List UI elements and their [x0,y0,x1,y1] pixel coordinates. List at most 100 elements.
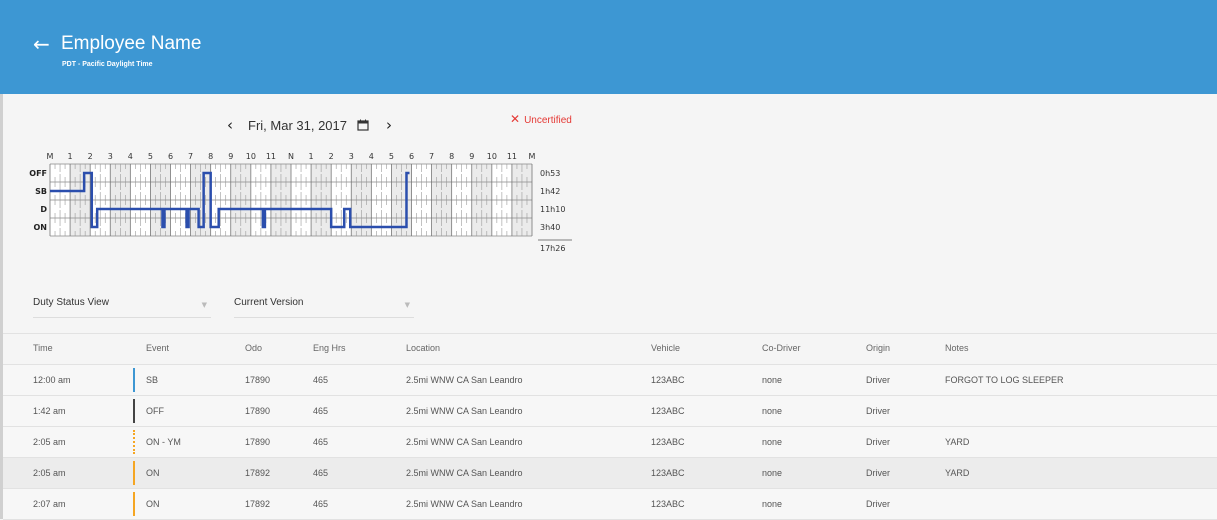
row-origin: Driver [866,437,890,447]
dropdown-caret-icon: ▼ [201,301,207,309]
row-odo: 17890 [245,375,271,385]
status-label: D [40,205,47,214]
hour-label: 8 [208,152,213,161]
row-vehicle: 123ABC [651,437,685,447]
table-row[interactable]: 2:05 am ON 17892 465 2.5mi WNW CA San Leandr… [3,458,1217,489]
status-label: ON [34,223,48,232]
row-odo: 17892 [245,468,271,478]
row-origin: Driver [866,468,890,478]
dropdown-caret-icon: ▼ [404,301,410,309]
row-origin: Driver [866,406,890,416]
status-totals: 0h53 1h42 11h10 3h40 17h26 [538,169,572,253]
event-color-bar [133,461,135,485]
calendar-icon[interactable] [357,119,369,131]
status-label: OFF [29,169,47,178]
view-select[interactable]: Duty Status View ▼ [33,297,211,318]
row-odo: 17890 [245,437,271,447]
event-color-bar [133,430,135,454]
row-event: SB [146,375,159,385]
column-header[interactable]: Location [406,334,440,364]
row-co-driver: none [762,499,783,509]
event-color-bar [133,399,135,423]
row-co-driver: none [762,406,783,416]
table-row[interactable]: 1:42 am OFF 17890 465 2.5mi WNW CA San Leand… [3,396,1217,427]
hour-label: 1 [309,152,314,161]
column-header[interactable]: Event [146,334,169,364]
hour-label: 9 [469,152,474,161]
hour-label: 3 [349,152,354,161]
row-location: 2.5mi WNW CA San Leandro [406,499,523,509]
hour-label: 2 [88,152,93,161]
page-title: Employee Name [61,33,202,54]
hour-label: 3 [108,152,113,161]
hour-label: 4 [128,152,133,161]
row-location: 2.5mi WNW CA San Leandro [406,468,523,478]
status-total: 0h53 [540,169,560,178]
hour-labels: M 1 2 3 4 5 6 7 8 9 10 11 N 1 2 3 4 5 6 7 8 9 10 11 M [47,152,536,161]
row-time: 12:00 am [33,375,71,385]
current-date: Fri, Mar 31, 2017 [248,117,347,133]
hour-label: 1 [68,152,73,161]
next-day-button[interactable]: › [381,116,397,134]
column-header[interactable]: Co-Driver [762,334,801,364]
event-color-bar [133,368,135,392]
table-row[interactable]: 2:05 am ON - YM 17890 465 2.5mi WNW CA San L… [3,427,1217,458]
hour-label: 2 [329,152,334,161]
hour-label: 5 [148,152,153,161]
status-label: SB [35,187,47,196]
row-eng-hrs: 465 [313,499,329,509]
previous-day-button[interactable]: ‹ [222,116,238,134]
events-table: Time Event Odo Eng Hrs Location Vehicle … [3,333,1217,520]
hour-label: N [288,152,294,161]
table-header: Time Event Odo Eng Hrs Location Vehicle … [3,333,1217,365]
close-x-icon: ✕ [510,112,521,126]
table-body: 12:00 am SB 17890 465 2.5mi WNW CA San Leand… [3,365,1217,520]
status-total: 1h42 [540,187,560,196]
hour-label: 7 [429,152,434,161]
hour-label: 6 [168,152,173,161]
column-header[interactable]: Odo [245,334,262,364]
version-select[interactable]: Current Version ▼ [234,297,414,318]
row-co-driver: none [762,437,783,447]
row-time: 2:05 am [33,437,66,447]
view-select-value: Duty Status View [33,297,109,308]
table-row[interactable]: 2:07 am ON 17892 465 2.5mi WNW CA San Leandr… [3,489,1217,520]
row-event: OFF [146,406,164,416]
row-co-driver: none [762,468,783,478]
row-location: 2.5mi WNW CA San Leandro [406,406,523,416]
hour-label: 4 [369,152,374,161]
row-eng-hrs: 465 [313,406,329,416]
column-header[interactable]: Time [33,334,53,364]
row-vehicle: 123ABC [651,499,685,509]
version-select-value: Current Version [234,297,304,308]
row-origin: Driver [866,375,890,385]
row-vehicle: 123ABC [651,468,685,478]
hour-label: M [47,152,54,161]
row-notes: FORGOT TO LOG SLEEPER [945,375,1064,385]
uncertified-status[interactable]: ✕ Uncertified [510,112,572,126]
row-odo: 17892 [245,499,271,509]
row-location: 2.5mi WNW CA San Leandro [406,437,523,447]
date-navigator: ‹ Fri, Mar 31, 2017 › [222,115,397,135]
column-header[interactable]: Origin [866,334,890,364]
row-origin: Driver [866,499,890,509]
back-arrow-icon[interactable]: ← [33,34,53,54]
hour-label: 11 [266,152,276,161]
row-eng-hrs: 465 [313,375,329,385]
row-time: 1:42 am [33,406,66,416]
status-total: 3h40 [540,223,560,232]
row-eng-hrs: 465 [313,468,329,478]
hour-label: 7 [188,152,193,161]
uncertified-label: Uncertified [524,115,572,126]
table-row[interactable]: 12:00 am SB 17890 465 2.5mi WNW CA San Leand… [3,365,1217,396]
column-header[interactable]: Eng Hrs [313,334,346,364]
hour-label: M [529,152,536,161]
duty-status-graph: M 1 2 3 4 5 6 7 8 9 10 11 N 1 2 3 4 5 6 7 8 9 10 11 M OFF SB D ON 0… [29,152,572,253]
hour-label: 10 [487,152,497,161]
row-time: 2:05 am [33,468,66,478]
hour-label: 10 [246,152,256,161]
column-header[interactable]: Vehicle [651,334,680,364]
column-header[interactable]: Notes [945,334,969,364]
hour-label: 5 [389,152,394,161]
row-location: 2.5mi WNW CA San Leandro [406,375,523,385]
